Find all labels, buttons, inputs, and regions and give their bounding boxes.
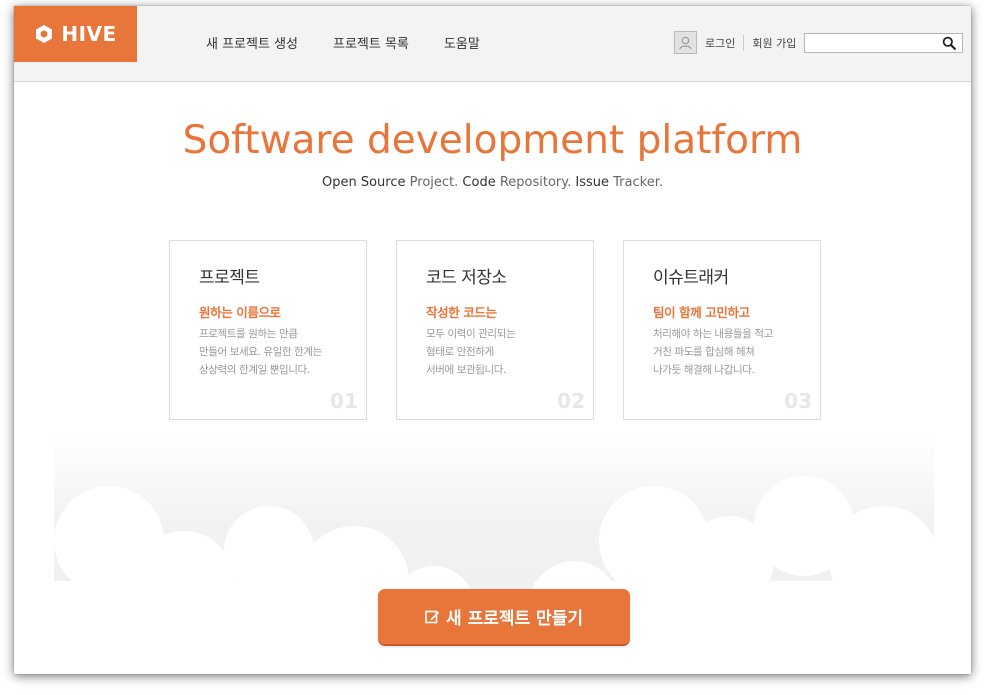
user-icon bbox=[679, 36, 692, 50]
subtitle-part: Code bbox=[462, 175, 496, 190]
feature-card-repository: 코드 저장소 작성한 코드는 모두 이력이 관리되는 형태로 안전하게 서버에 … bbox=[396, 240, 594, 420]
subtitle-part: Open Source bbox=[322, 175, 406, 190]
search-box bbox=[804, 33, 963, 53]
card-number: 02 bbox=[557, 389, 585, 413]
card-subtitle: 팀이 함께 고민하고 bbox=[653, 305, 750, 320]
card-desc-line: 서버에 보관됩니다. bbox=[426, 364, 506, 376]
card-subtitle: 작성한 코드는 bbox=[426, 305, 497, 320]
card-desc-line: 거친 파도를 합심해 헤쳐 bbox=[653, 346, 755, 358]
feature-card-project: 프로젝트 원하는 이름으로 프로젝트를 원하는 만큼 만들어 보세요. 유일한 … bbox=[169, 240, 367, 420]
card-description: 처리해야 하는 내용들을 적고 거친 파도를 합심해 헤쳐 나가듯 해결해 나갑… bbox=[653, 325, 773, 379]
card-number: 03 bbox=[784, 389, 812, 413]
card-title: 이슈트래커 bbox=[653, 268, 729, 288]
browser-page: HIVE 새 프로젝트 생성 프로젝트 목록 도움말 로그인 회원 가입 Sof… bbox=[14, 6, 971, 674]
top-navigation-bar: HIVE 새 프로젝트 생성 프로젝트 목록 도움말 로그인 회원 가입 bbox=[14, 6, 971, 82]
card-desc-line: 프로젝트를 원하는 만큼 bbox=[199, 328, 298, 340]
card-subtitle: 원하는 이름으로 bbox=[199, 305, 281, 320]
hero-title: Software development platform bbox=[182, 118, 803, 163]
card-desc-line: 만들어 보세요. 유일한 한계는 bbox=[199, 346, 322, 358]
feature-card-issue-tracker: 이슈트래커 팀이 함께 고민하고 처리해야 하는 내용들을 적고 거친 파도를 … bbox=[623, 240, 821, 420]
card-title: 코드 저장소 bbox=[426, 268, 507, 288]
card-desc-line: 형태로 안전하게 bbox=[426, 346, 494, 358]
feature-cards: 프로젝트 원하는 이름으로 프로젝트를 원하는 만큼 만들어 보세요. 유일한 … bbox=[169, 240, 821, 420]
avatar[interactable] bbox=[674, 31, 697, 54]
nav-help[interactable]: 도움말 bbox=[444, 33, 480, 52]
card-desc-line: 상상력의 한계일 뿐입니다. bbox=[199, 364, 310, 376]
nav-project-list[interactable]: 프로젝트 목록 bbox=[333, 33, 409, 52]
create-project-label: 새 프로젝트 만들기 bbox=[446, 609, 583, 629]
hero-subtitle: Open Source Project. Code Repository. Is… bbox=[14, 175, 971, 190]
hive-logo[interactable]: HIVE bbox=[14, 6, 137, 62]
card-desc-line: 나가듯 해결해 나갑니다. bbox=[653, 364, 755, 376]
edit-icon bbox=[425, 610, 440, 624]
signup-link[interactable]: 회원 가입 bbox=[752, 35, 796, 51]
main-nav: 새 프로젝트 생성 프로젝트 목록 도움말 bbox=[206, 33, 480, 52]
search-icon[interactable] bbox=[942, 36, 956, 50]
create-project-button[interactable]: 새 프로젝트 만들기 bbox=[378, 589, 630, 646]
card-description: 프로젝트를 원하는 만큼 만들어 보세요. 유일한 한계는 상상력의 한계일 뿐… bbox=[199, 325, 322, 379]
logo-text: HIVE bbox=[61, 22, 117, 46]
card-title: 프로젝트 bbox=[199, 268, 260, 288]
subtitle-part: Repository. bbox=[499, 175, 572, 190]
card-description: 모두 이력이 관리되는 형태로 안전하게 서버에 보관됩니다. bbox=[426, 325, 516, 379]
divider bbox=[743, 34, 745, 51]
subtitle-part: Tracker. bbox=[613, 175, 663, 190]
card-number: 01 bbox=[330, 389, 358, 413]
subtitle-part: Issue bbox=[575, 175, 610, 190]
hexagon-logo-icon bbox=[36, 25, 53, 43]
card-desc-line: 모두 이력이 관리되는 bbox=[426, 328, 516, 340]
card-desc-line: 처리해야 하는 내용들을 적고 bbox=[653, 328, 773, 340]
subtitle-part: Project. bbox=[409, 175, 459, 190]
user-area: 로그인 회원 가입 bbox=[674, 31, 796, 54]
search-input[interactable] bbox=[805, 34, 935, 52]
login-link[interactable]: 로그인 bbox=[705, 35, 735, 51]
nav-new-project[interactable]: 새 프로젝트 생성 bbox=[206, 33, 298, 52]
